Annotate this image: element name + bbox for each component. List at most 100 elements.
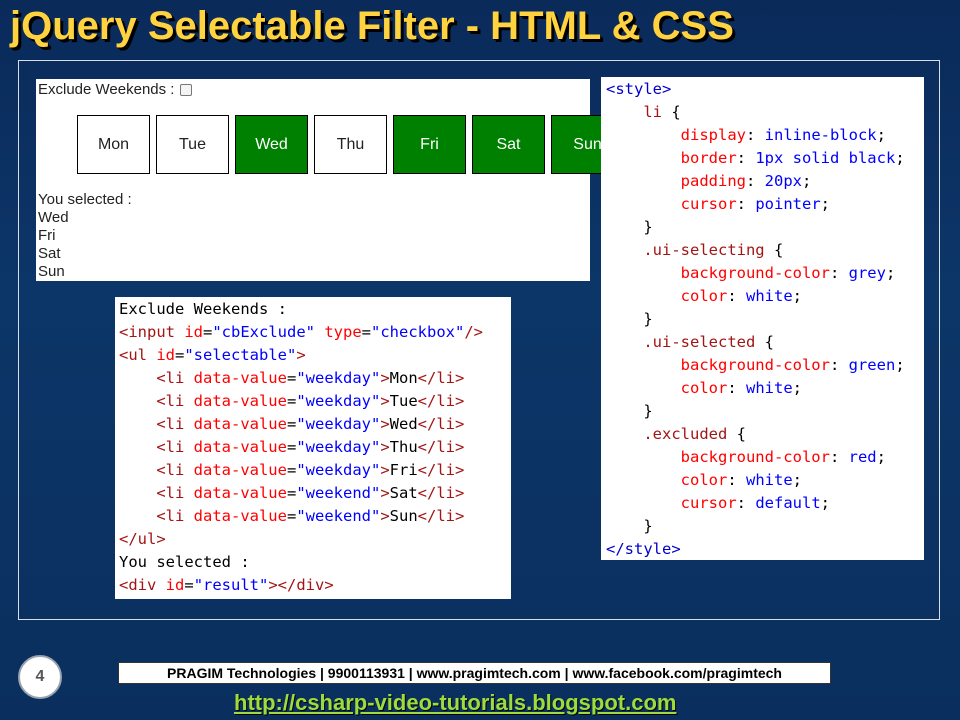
code-line: <style> xyxy=(606,78,924,101)
day-item-sat[interactable]: Sat xyxy=(472,115,545,174)
code-token: ; xyxy=(820,494,830,512)
code-token: <li xyxy=(156,484,194,502)
code-token: red xyxy=(848,448,877,466)
exclude-weekends-label: Exclude Weekends : xyxy=(38,81,175,98)
code-line: background-color: red; xyxy=(606,446,924,469)
code-line: color: white; xyxy=(606,377,924,400)
code-token: "weekday" xyxy=(296,438,381,456)
code-token: } xyxy=(606,517,653,535)
code-token: = xyxy=(286,369,297,387)
code-token: > xyxy=(296,346,306,364)
code-token: display xyxy=(680,126,746,144)
code-token: "checkbox" xyxy=(371,323,465,341)
code-token: : xyxy=(727,287,746,305)
code-line: </ul> xyxy=(119,528,511,551)
code-token: data-value xyxy=(193,438,287,456)
code-token: { xyxy=(755,333,774,351)
code-token: data-value xyxy=(193,392,287,410)
code-token: id xyxy=(184,323,203,341)
code-line: <li data-value="weekend">Sun</li> xyxy=(119,505,511,528)
code-token: "weekend" xyxy=(296,484,381,502)
code-line: } xyxy=(606,308,924,331)
code-token: = xyxy=(286,507,297,525)
code-line: </style> xyxy=(606,538,924,561)
code-token: white xyxy=(746,287,793,305)
code-token: li xyxy=(643,103,662,121)
code-token: color xyxy=(680,471,728,489)
code-line: color: white; xyxy=(606,469,924,492)
code-token: } xyxy=(606,218,653,236)
code-token: <li xyxy=(156,392,194,410)
blog-link[interactable]: http://csharp-video-tutorials.blogspot.c… xyxy=(234,690,676,716)
day-item-fri[interactable]: Fri xyxy=(393,115,466,174)
selectable-day-list: Mon Tue Wed Thu Fri Sat Sun xyxy=(77,115,630,174)
code-token: .ui-selecting xyxy=(643,241,765,259)
code-token: : xyxy=(745,126,765,144)
code-token: = xyxy=(286,392,297,410)
page-number-badge: 4 xyxy=(18,655,62,699)
exclude-weekends-row: Exclude Weekends : xyxy=(38,81,193,98)
code-token: cursor xyxy=(680,195,737,213)
code-token: "weekday" xyxy=(296,392,381,410)
code-token: type xyxy=(324,323,362,341)
code-line: <li data-value="weekend">Sat</li> xyxy=(119,482,511,505)
day-item-thu[interactable]: Thu xyxy=(314,115,387,174)
code-token: : xyxy=(736,149,756,167)
result-item: Fri xyxy=(38,227,56,244)
day-item-tue[interactable]: Tue xyxy=(156,115,229,174)
code-line: } xyxy=(606,400,924,423)
code-token: </li> xyxy=(417,438,465,456)
code-token: id xyxy=(165,576,185,594)
code-token: background-color xyxy=(680,264,830,282)
code-token: } xyxy=(606,310,653,328)
day-item-mon[interactable]: Mon xyxy=(77,115,150,174)
code-token: color xyxy=(680,287,728,305)
code-token: 20px xyxy=(764,172,802,190)
code-line: } xyxy=(606,515,924,538)
code-token: grey xyxy=(848,264,886,282)
day-item-wed[interactable]: Wed xyxy=(235,115,308,174)
code-token: "result" xyxy=(193,576,269,594)
result-panel: You selected : Wed Fri Sat Sun xyxy=(38,191,132,281)
code-token: = xyxy=(184,576,194,594)
code-token: : xyxy=(736,195,756,213)
code-token: <li xyxy=(156,369,194,387)
code-token: > xyxy=(380,484,390,502)
code-line: <li data-value="weekday">Mon</li> xyxy=(119,367,511,390)
code-token: ; xyxy=(895,149,905,167)
code-token: Thu xyxy=(389,438,418,456)
code-token: white xyxy=(746,379,793,397)
code-token: : xyxy=(727,471,746,489)
code-token: = xyxy=(286,415,297,433)
code-token: </li> xyxy=(417,484,465,502)
code-line: display: inline-block; xyxy=(606,124,924,147)
exclude-weekends-checkbox[interactable] xyxy=(180,83,193,96)
code-token: = xyxy=(286,438,297,456)
code-token: ; xyxy=(885,264,896,282)
code-token: Tue xyxy=(389,392,418,410)
code-token: = xyxy=(203,323,213,341)
code-token: Exclude Weekends : xyxy=(119,300,287,318)
code-token: </style> xyxy=(606,540,681,558)
code-token: .excluded xyxy=(643,425,728,443)
code-token: "weekend" xyxy=(296,507,381,525)
code-token: > xyxy=(380,415,390,433)
code-line: .ui-selected { xyxy=(606,331,924,354)
code-token: = xyxy=(361,323,372,341)
code-token: > xyxy=(380,461,390,479)
code-line: background-color: green; xyxy=(606,354,924,377)
code-token: > xyxy=(380,369,390,387)
code-token: : xyxy=(829,264,849,282)
code-token: data-value xyxy=(193,507,287,525)
code-token: border xyxy=(680,149,737,167)
code-token: ></div> xyxy=(268,576,334,594)
code-token: "weekday" xyxy=(296,369,381,387)
